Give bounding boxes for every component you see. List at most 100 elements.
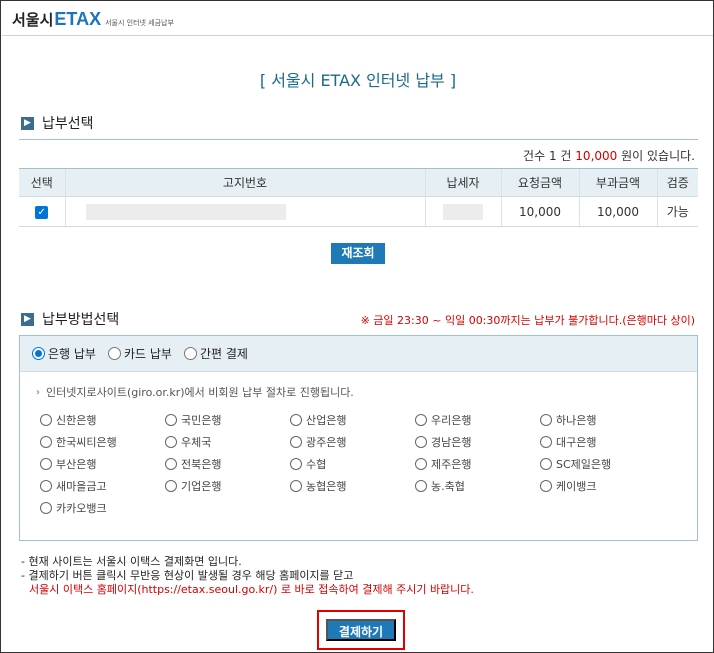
- tab-bank-payment[interactable]: 은행 납부: [32, 345, 96, 362]
- bank-list: 신한은행 국민은행 산업은행 우리은행 하나은행 한국씨티은행 우체국 광주은행…: [40, 412, 665, 516]
- bank-option[interactable]: 기업은행: [165, 478, 290, 494]
- tab-card-payment[interactable]: 카드 납부: [107, 345, 172, 362]
- radio-icon[interactable]: [183, 347, 197, 360]
- bank-option[interactable]: 새마을금고: [40, 478, 165, 494]
- notice-number-cell: [64, 196, 425, 227]
- bank-option[interactable]: 케이뱅크: [540, 478, 665, 494]
- bank-option[interactable]: 신한은행: [40, 412, 165, 428]
- count-summary: 건수 1 건 10,000 원이 있습니다.: [523, 147, 695, 164]
- radio-icon[interactable]: [415, 458, 427, 470]
- request-amount-cell: 10,000: [500, 196, 579, 227]
- bank-option[interactable]: 제주은행: [415, 456, 540, 472]
- logo-subtitle: 서울시 인터넷 세금납부: [105, 19, 174, 27]
- bank-label: 카카오뱅크: [56, 502, 107, 515]
- table-header-row: 선택 고지번호 납세자 요청금액 부과금액 검증: [19, 168, 698, 197]
- bank-option[interactable]: 한국씨티은행: [40, 434, 165, 450]
- column-header: 요청금액: [500, 168, 579, 197]
- logo-english: ETAX: [54, 9, 102, 29]
- footnote-homepage-link[interactable]: 서울시 이택스 홈페이지(https://etax.seoul.go.kr/) …: [21, 583, 474, 597]
- radio-icon[interactable]: [290, 480, 302, 492]
- bank-label: 광주은행: [306, 436, 347, 449]
- column-header: 검증: [656, 168, 698, 197]
- radio-selected-icon[interactable]: [32, 347, 45, 360]
- page-title: [ 서울시 ETAX 인터넷 납부 ]: [259, 71, 457, 90]
- bank-option[interactable]: SC제일은행: [540, 456, 665, 472]
- bank-label: 경남은행: [431, 436, 472, 449]
- column-header: 고지번호: [64, 168, 425, 197]
- radio-icon[interactable]: [165, 480, 177, 492]
- count-value: 1: [548, 149, 557, 163]
- levy-amount-cell: 10,000: [578, 196, 657, 227]
- column-header: 선택: [19, 168, 65, 197]
- radio-icon[interactable]: [40, 414, 52, 426]
- tab-label: 간편 결제: [199, 347, 248, 361]
- bank-label: SC제일은행: [556, 458, 612, 471]
- footnote-line: - 결제하기 버튼 클릭시 무반응 현상이 발생될 경우 해당 홈페이지를 닫고: [21, 569, 354, 582]
- count-suffix: 원이 있습니다.: [621, 149, 695, 163]
- bank-option[interactable]: 산업은행: [290, 412, 415, 428]
- radio-icon[interactable]: [165, 414, 177, 426]
- radio-icon[interactable]: [40, 436, 52, 448]
- total-amount: 10,000: [575, 149, 618, 163]
- bank-option[interactable]: 농.축협: [415, 478, 540, 494]
- select-cell: ✓: [19, 196, 65, 227]
- taxpayer-cell: [424, 196, 501, 227]
- radio-icon[interactable]: [540, 414, 552, 426]
- giro-note: › 인터넷지로사이트(giro.or.kr)에서 비회원 납부 절차로 진행됩니…: [36, 384, 354, 400]
- bank-label: 국민은행: [181, 414, 222, 427]
- bank-option[interactable]: 부산은행: [40, 456, 165, 472]
- radio-icon[interactable]: [540, 480, 552, 492]
- bank-option[interactable]: 수협: [290, 456, 415, 472]
- bank-label: 농.축협: [431, 480, 465, 493]
- site-header: 서울시 ETAX 서울시 인터넷 세금납부: [2, 2, 713, 36]
- bank-label: 새마을금고: [56, 480, 107, 493]
- radio-icon[interactable]: [540, 458, 552, 470]
- bank-option[interactable]: 우리은행: [415, 412, 540, 428]
- bank-label: 하나은행: [556, 414, 597, 427]
- section-arrow-icon: ▶: [21, 116, 34, 130]
- bank-option[interactable]: 광주은행: [290, 434, 415, 450]
- bank-option[interactable]: 하나은행: [540, 412, 665, 428]
- bank-option[interactable]: 국민은행: [165, 412, 290, 428]
- bank-label: 농협은행: [306, 480, 347, 493]
- radio-icon[interactable]: [40, 502, 52, 514]
- bank-option[interactable]: 경남은행: [415, 434, 540, 450]
- radio-icon[interactable]: [540, 436, 552, 448]
- row-checkbox[interactable]: ✓: [35, 205, 49, 219]
- radio-icon[interactable]: [290, 414, 302, 426]
- payment-method-box: 은행 납부 카드 납부 간편 결제 › 인터넷지로사이트(giro.or.kr)…: [19, 335, 698, 541]
- radio-icon[interactable]: [415, 480, 427, 492]
- pay-button-highlight: 결제하기: [317, 610, 405, 650]
- bank-option[interactable]: 농협은행: [290, 478, 415, 494]
- count-prefix: 건수: [523, 149, 546, 163]
- radio-icon[interactable]: [290, 458, 302, 470]
- radio-icon[interactable]: [415, 436, 427, 448]
- radio-icon[interactable]: [107, 347, 121, 360]
- bank-option[interactable]: 전북은행: [165, 456, 290, 472]
- bank-option[interactable]: 대구은행: [540, 434, 665, 450]
- bank-label: 우체국: [181, 436, 212, 449]
- radio-icon[interactable]: [40, 458, 52, 470]
- bank-label: 부산은행: [56, 458, 97, 471]
- bank-label: 대구은행: [556, 436, 597, 449]
- radio-icon[interactable]: [415, 414, 427, 426]
- section-title-label: 납부방법선택: [42, 312, 120, 328]
- redacted-taxpayer: [443, 203, 483, 220]
- pay-button[interactable]: 결제하기: [326, 619, 396, 641]
- divider: [19, 139, 698, 140]
- footnote-line: - 현재 사이트는 서울시 이택스 결제화면 입니다.: [21, 555, 242, 568]
- column-header: 부과금액: [578, 168, 657, 197]
- bank-option[interactable]: 카카오뱅크: [40, 500, 165, 516]
- bill-table: 선택 고지번호 납세자 요청금액 부과금액 검증 ✓ 10,000 10,000…: [19, 168, 698, 227]
- bank-option[interactable]: 우체국: [165, 434, 290, 450]
- redacted-notice-number: [85, 203, 286, 220]
- radio-icon[interactable]: [165, 458, 177, 470]
- radio-icon[interactable]: [165, 436, 177, 448]
- reload-button[interactable]: 재조회: [331, 243, 385, 264]
- radio-icon[interactable]: [290, 436, 302, 448]
- radio-icon[interactable]: [40, 480, 52, 492]
- tab-easy-payment[interactable]: 간편 결제: [183, 345, 248, 362]
- etax-logo[interactable]: 서울시 ETAX 서울시 인터넷 세금납부: [12, 9, 174, 30]
- tab-label: 카드 납부: [123, 347, 172, 361]
- bank-label: 한국씨티은행: [56, 436, 117, 449]
